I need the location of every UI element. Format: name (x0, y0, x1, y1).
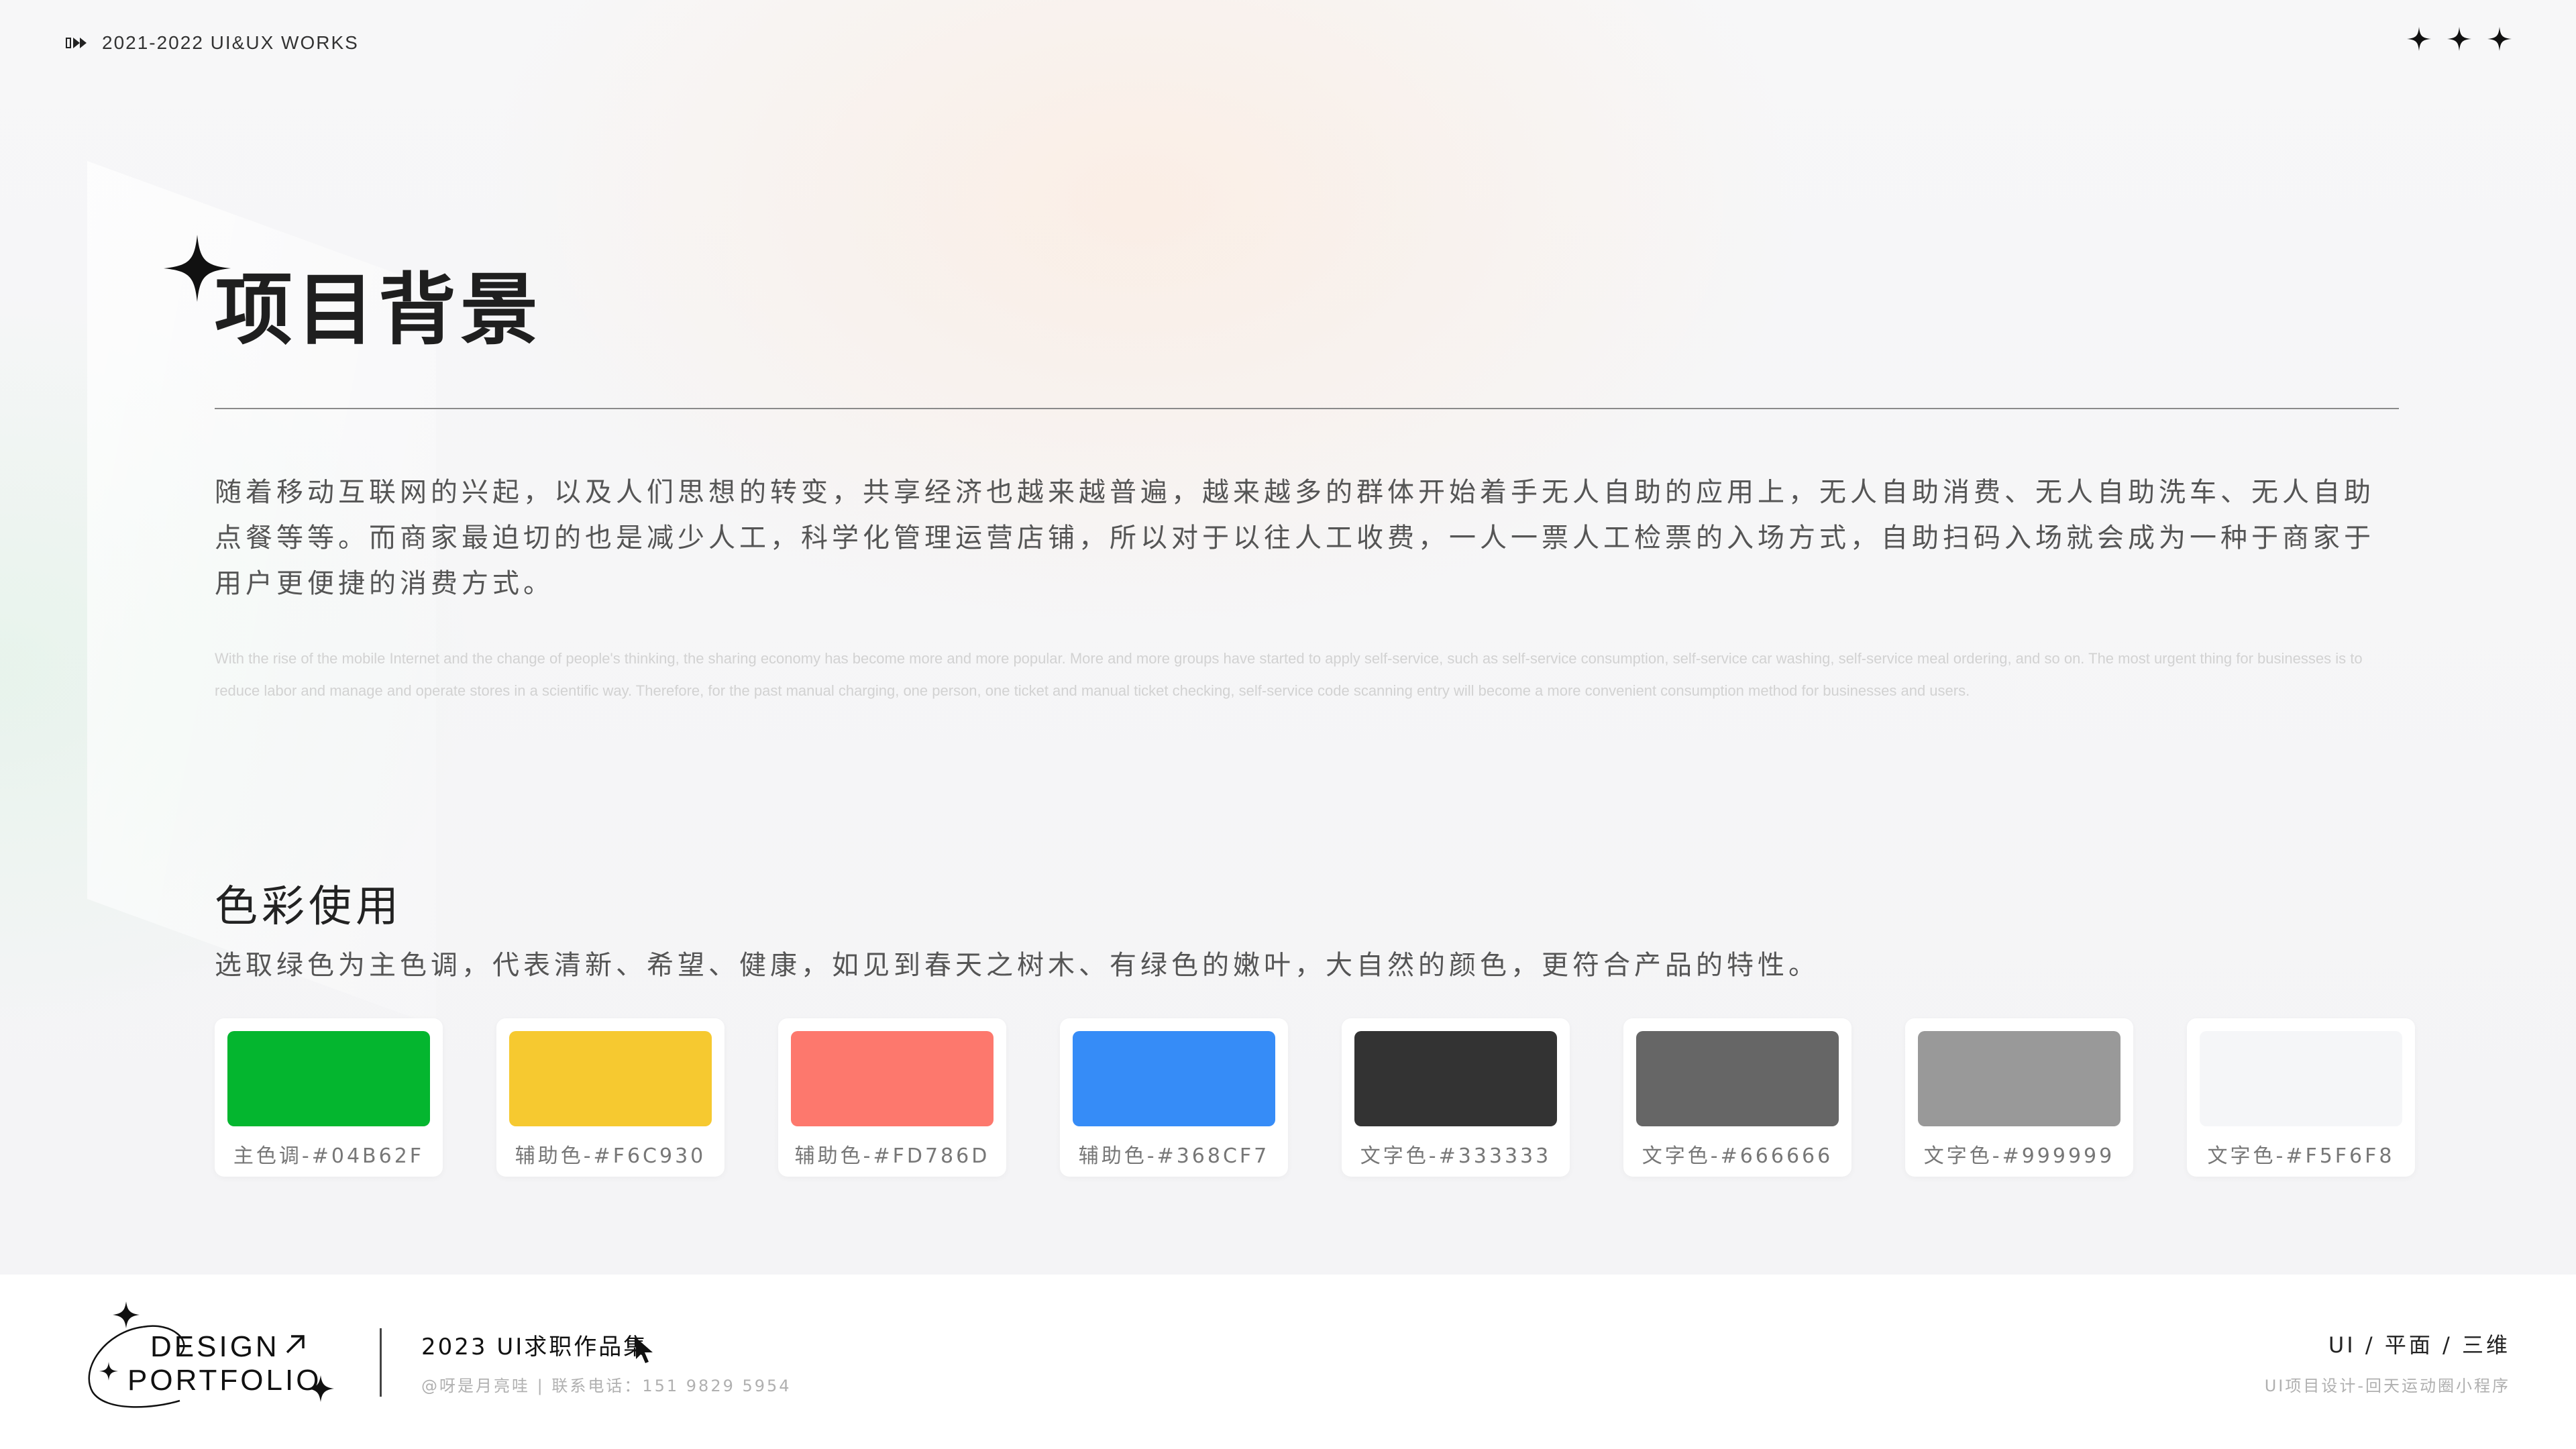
color-swatch: 主色调-#04B62F (215, 1018, 443, 1177)
logo-text-design: DESIGN (150, 1330, 280, 1363)
color-chip (1918, 1031, 2121, 1126)
color-chip (1073, 1031, 1275, 1126)
topbar-stars (2407, 27, 2512, 51)
intro-text-english: With the rise of the mobile Internet and… (215, 650, 2363, 699)
arrow-up-right-icon (282, 1331, 309, 1360)
color-swatch-label: 文字色-#F5F6F8 (2207, 1144, 2395, 1168)
color-swatch: 辅助色-#FD786D (778, 1018, 1006, 1177)
footer-project-name: UI项目设计-回天运动圈小程序 (2264, 1377, 2510, 1395)
title-divider (215, 408, 2399, 409)
topbar: 2021-2022 UI&UX WORKS (66, 32, 359, 54)
color-swatch-label: 辅助色-#368CF7 (1078, 1144, 1270, 1168)
color-swatch: 文字色-#666666 (1623, 1018, 1851, 1177)
color-chip (227, 1031, 430, 1126)
color-swatch: 文字色-#333333 (1342, 1018, 1570, 1177)
color-chip (1354, 1031, 1557, 1126)
color-swatch: 辅助色-#368CF7 (1060, 1018, 1288, 1177)
color-chip (2200, 1031, 2402, 1126)
cursor-icon (636, 1338, 653, 1363)
design-portfolio-logo: DESIGN PORTFOLIO (79, 1301, 341, 1422)
footer-title: 2023 UI求职作品集 (421, 1334, 649, 1360)
color-section-title: 色彩使用 (215, 882, 402, 932)
color-chip (791, 1031, 994, 1126)
color-chip (1636, 1031, 1839, 1126)
footer-contact: @呀是月亮哇 | 联系电话：151 9829 5954 (421, 1377, 792, 1395)
color-swatch: 辅助色-#F6C930 (496, 1018, 724, 1177)
color-section-description: 选取绿色为主色调，代表清新、希望、健康，如见到春天之树木、有绿色的嫩叶，大自然的… (215, 950, 1819, 981)
intro-text-chinese: 随着移动互联网的兴起，以及人们思想的转变，共享经济也越来越普遍，越来越多的群体开… (215, 477, 2375, 599)
color-swatch-label: 辅助色-#F6C930 (515, 1144, 706, 1168)
page-title: 项目背景 (215, 265, 542, 356)
sparkle-icon (2487, 27, 2512, 51)
fast-forward-icon (66, 36, 91, 50)
topbar-label: 2021-2022 UI&UX WORKS (102, 32, 359, 53)
color-swatch-label: 文字色-#999999 (1923, 1144, 2115, 1168)
footer-category-tags: UI / 平面 / 三维 (2328, 1332, 2510, 1358)
color-swatch-label: 文字色-#333333 (1360, 1144, 1552, 1168)
footer: DESIGN PORTFOLIO 2023 UI求职作品集 @呀是月亮哇 | 联… (0, 1275, 2576, 1449)
color-chip (509, 1031, 712, 1126)
color-swatch-list: 主色调-#04B62F 辅助色-#F6C930 辅助色-#FD786D 辅助色-… (215, 1018, 2415, 1179)
color-swatch-label: 辅助色-#FD786D (794, 1144, 990, 1168)
logo-text-portfolio: PORTFOLIO (127, 1364, 322, 1397)
footer-divider (380, 1328, 382, 1397)
color-swatch-label: 文字色-#666666 (1642, 1144, 1833, 1168)
color-swatch: 文字色-#F5F6F8 (2187, 1018, 2415, 1177)
sparkle-icon (2407, 27, 2431, 51)
color-swatch-label: 主色调-#04B62F (233, 1144, 425, 1168)
sparkle-icon (2447, 27, 2471, 51)
color-swatch: 文字色-#999999 (1905, 1018, 2133, 1177)
